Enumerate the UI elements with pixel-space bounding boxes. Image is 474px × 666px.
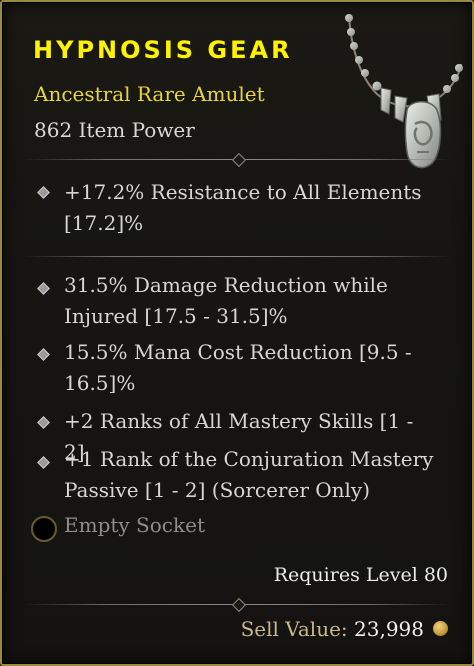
affix-line: Passive [1 - 2] (Sorcerer Only) xyxy=(64,478,371,502)
empty-socket-icon xyxy=(31,516,57,542)
affix-line: 16.5]% xyxy=(64,371,136,395)
amulet-icon xyxy=(345,14,463,169)
item-power: 862 Item Power xyxy=(34,118,195,142)
item-type: Ancestral Rare Amulet xyxy=(34,82,265,106)
sell-amount: 23,998 xyxy=(354,617,424,641)
level-requirement: Requires Level 80 xyxy=(273,564,448,586)
socket-label: Empty Socket xyxy=(64,513,205,537)
sell-label: Sell Value: xyxy=(240,617,348,641)
diamond-bullet-icon xyxy=(37,186,50,199)
section-divider xyxy=(24,597,452,613)
affix-conjuration-mastery: +1 Rank of the Conjuration Mastery Passi… xyxy=(64,444,434,506)
affix-mana-cost: 15.5% Mana Cost Reduction [9.5 - 16.5]% xyxy=(64,337,434,399)
diamond-bullet-icon xyxy=(37,282,50,295)
affix-line: Injured [17.5 - 31.5]% xyxy=(64,304,288,328)
item-tooltip: HYPNOSIS GEAR Ancestral Rare Amulet 862 … xyxy=(0,0,474,666)
section-divider xyxy=(24,252,452,262)
affix-line: +17.2% Resistance to All Elements xyxy=(64,180,422,204)
affix-line: [17.2]% xyxy=(64,211,144,235)
sell-value: Sell Value: 23,998 xyxy=(241,617,424,641)
section-divider xyxy=(24,152,452,168)
affix-line: 31.5% Damage Reduction while xyxy=(64,273,388,297)
affix-line: +1 Rank of the Conjuration Mastery xyxy=(64,447,434,471)
affix-damage-reduction: 31.5% Damage Reduction while Injured [17… xyxy=(64,270,434,332)
diamond-bullet-icon xyxy=(37,416,50,429)
diamond-bullet-icon xyxy=(37,348,50,361)
affix-line: 15.5% Mana Cost Reduction [9.5 - xyxy=(64,340,412,364)
diamond-bullet-icon xyxy=(37,456,50,469)
item-name: HYPNOSIS GEAR xyxy=(33,36,293,64)
gold-coin-icon xyxy=(433,621,448,636)
affix-resistance: +17.2% Resistance to All Elements [17.2]… xyxy=(64,177,434,239)
